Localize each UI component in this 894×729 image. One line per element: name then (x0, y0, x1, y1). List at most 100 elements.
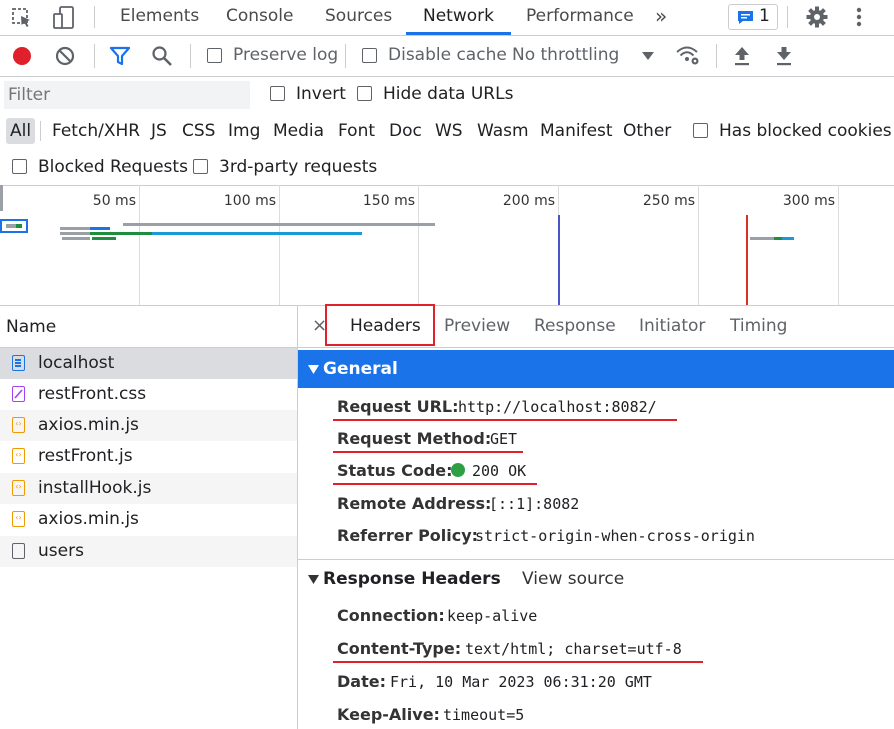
throttling-select[interactable]: No throttling (512, 44, 662, 68)
inspect-element-button[interactable] (10, 6, 34, 30)
filter-type-fetch-xhr[interactable]: Fetch/XHR (52, 121, 140, 141)
issues-counter-button[interactable]: 1 (728, 4, 778, 30)
triangle-down-icon (308, 365, 319, 374)
filter-input[interactable] (4, 81, 250, 109)
more-tabs-button[interactable]: » (655, 0, 667, 33)
request-row-axios-min-js[interactable]: ‹› axios.min.js (0, 410, 297, 441)
request-name: users (38, 541, 84, 561)
tab-initiator[interactable]: Initiator (639, 306, 705, 346)
header-key: Content-Type: (337, 639, 462, 658)
status-ok-icon (451, 463, 465, 477)
blocked-requests-checkbox[interactable] (12, 159, 27, 174)
request-list-header[interactable]: Name (0, 306, 297, 348)
request-row-restfront-js[interactable]: ‹› restFront.js (0, 441, 297, 472)
section-divider (298, 559, 894, 560)
annotation-underline (333, 451, 523, 453)
tab-network[interactable]: Network (406, 0, 511, 35)
tab-sources[interactable]: Sources (325, 0, 392, 33)
tab-elements[interactable]: Elements (120, 0, 199, 33)
export-har-button[interactable] (774, 45, 794, 67)
request-name: axios.min.js (38, 509, 139, 529)
wifi-settings-icon (676, 46, 699, 65)
kebab-menu-icon (856, 7, 862, 27)
device-mode-icon (53, 6, 74, 29)
filter-type-wasm[interactable]: Wasm (477, 121, 529, 141)
timeline-tick: 300 ms (782, 193, 835, 209)
timeline-selection-handle[interactable] (0, 219, 28, 233)
request-row-installhook-js[interactable]: ‹› installHook.js (0, 473, 297, 504)
timeline-gridline (139, 185, 140, 305)
preserve-log-checkbox[interactable] (207, 48, 222, 63)
hide-data-urls-label: Hide data URLs (383, 84, 514, 104)
filter-type-js[interactable]: JS (151, 121, 167, 141)
header-value: keep-alive (447, 607, 538, 625)
header-key: Referrer Policy: (337, 526, 479, 545)
header-value: [::1]:8082 (489, 495, 580, 513)
header-key: Keep-Alive: (337, 705, 440, 724)
hide-data-urls-checkbox[interactable] (357, 86, 372, 101)
toolbar-divider (94, 6, 95, 28)
script-icon: ‹› (12, 448, 25, 464)
preserve-log-label: Preserve log (233, 45, 339, 65)
tab-response[interactable]: Response (534, 306, 616, 346)
customize-menu-button[interactable] (850, 5, 868, 29)
timeline-waterfall-bar (123, 223, 435, 226)
view-source-link[interactable]: View source (522, 569, 624, 589)
timeline-tick: 250 ms (642, 193, 695, 209)
timeline-gridline (418, 185, 419, 305)
document-icon (12, 355, 25, 371)
header-key: Date: (337, 672, 386, 691)
annotation-underline (333, 419, 677, 421)
search-button[interactable] (151, 45, 173, 67)
request-row-users[interactable]: users (0, 536, 297, 567)
request-row-axios-min-js-2[interactable]: ‹› axios.min.js (0, 504, 297, 535)
request-row-localhost[interactable]: localhost (0, 348, 297, 379)
devtools-tab-bar: Elements Console Sources Network Perform… (0, 0, 894, 36)
general-section-header[interactable]: General (298, 350, 894, 388)
tab-console[interactable]: Console (226, 0, 294, 33)
toolbar-divider (190, 44, 191, 68)
invert-checkbox[interactable] (270, 86, 285, 101)
has-blocked-cookies-label: Has blocked cookies (719, 121, 892, 141)
clear-button[interactable] (55, 46, 75, 66)
filter-type-css[interactable]: CSS (182, 121, 215, 141)
header-key: Request URL: (337, 397, 459, 416)
header-value: Fri, 10 Mar 2023 06:31:20 GMT (390, 673, 652, 691)
timeline-waterfall-bar (750, 237, 774, 240)
timeline-tick: 100 ms (223, 193, 276, 209)
timeline-waterfall-bar (782, 237, 794, 240)
filter-toggle-button[interactable] (109, 45, 131, 67)
timeline-tick: 200 ms (502, 193, 555, 209)
filter-type-all[interactable]: All (6, 118, 36, 144)
tab-timing[interactable]: Timing (730, 306, 787, 346)
filter-type-other[interactable]: Other (623, 121, 671, 141)
tab-performance[interactable]: Performance (526, 0, 634, 33)
third-party-requests-checkbox[interactable] (193, 159, 208, 174)
response-headers-section-header[interactable]: Response Headers View source (298, 564, 894, 596)
network-conditions-button[interactable] (675, 44, 701, 66)
dom-content-loaded-marker (558, 215, 560, 305)
filter-divider (40, 121, 41, 141)
tab-preview[interactable]: Preview (444, 306, 510, 346)
network-overview-timeline[interactable]: 50 ms 100 ms 150 ms 200 ms 250 ms 300 ms (0, 185, 894, 306)
has-blocked-cookies-checkbox[interactable] (693, 123, 708, 138)
filter-type-ws[interactable]: WS (435, 121, 463, 141)
network-toolbar: Preserve log Disable cache No throttling (0, 36, 894, 77)
import-har-button[interactable] (732, 45, 752, 67)
settings-button[interactable] (805, 5, 829, 29)
stylesheet-icon (12, 386, 25, 402)
header-value: 200 OK (472, 462, 527, 480)
timeline-gridline (698, 185, 699, 305)
request-name: installHook.js (38, 478, 152, 498)
record-button[interactable] (12, 46, 32, 66)
toolbar-divider (345, 44, 346, 68)
filter-type-media[interactable]: Media (273, 121, 324, 141)
timeline-gridline (838, 185, 839, 305)
filter-type-img[interactable]: Img (228, 121, 260, 141)
device-toolbar-button[interactable] (52, 5, 76, 31)
filter-type-font[interactable]: Font (338, 121, 375, 141)
filter-type-manifest[interactable]: Manifest (540, 121, 613, 141)
request-row-restfront-css[interactable]: restFront.css (0, 379, 297, 410)
disable-cache-checkbox[interactable] (362, 48, 377, 63)
filter-type-doc[interactable]: Doc (389, 121, 422, 141)
